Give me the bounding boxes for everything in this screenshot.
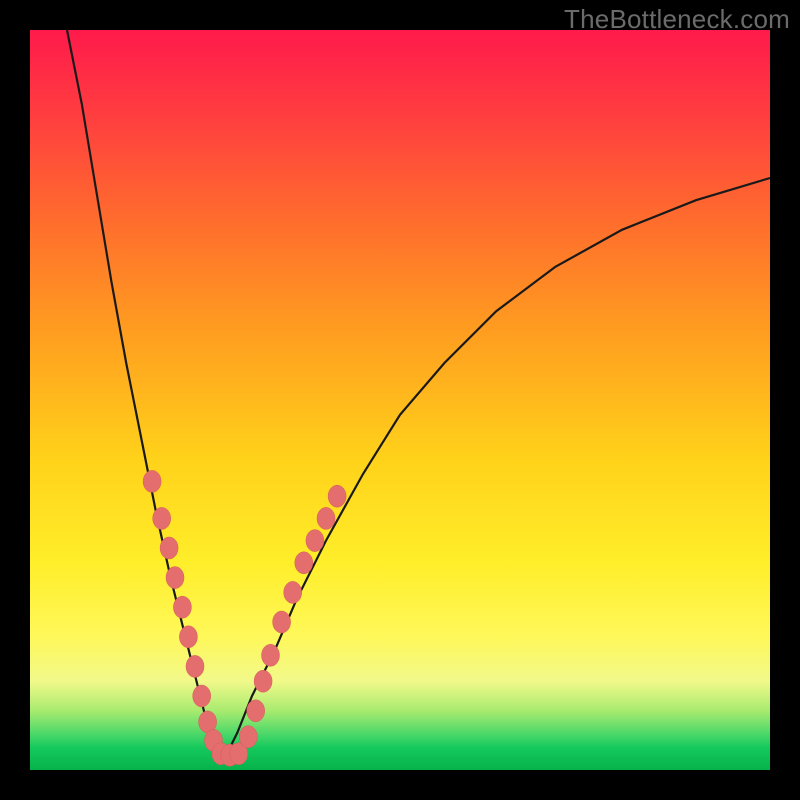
marker-point bbox=[160, 537, 178, 559]
marker-point bbox=[262, 644, 280, 666]
plot-area bbox=[30, 30, 770, 770]
left-curve bbox=[67, 30, 222, 763]
marker-point bbox=[173, 596, 191, 618]
marker-point bbox=[317, 507, 335, 529]
marker-point bbox=[179, 626, 197, 648]
right-arm-path bbox=[222, 178, 770, 763]
right-curve bbox=[222, 178, 770, 763]
marker-point bbox=[186, 655, 204, 677]
marker-point bbox=[239, 726, 257, 748]
marker-point bbox=[295, 552, 313, 574]
marker-point bbox=[247, 700, 265, 722]
marker-point bbox=[273, 611, 291, 633]
marker-point bbox=[153, 507, 171, 529]
marker-point bbox=[143, 470, 161, 492]
marker-group bbox=[143, 470, 346, 766]
marker-point bbox=[306, 530, 324, 552]
marker-point bbox=[254, 670, 272, 692]
curve-layer bbox=[30, 30, 770, 770]
watermark-text: TheBottleneck.com bbox=[564, 4, 790, 35]
marker-point bbox=[166, 567, 184, 589]
chart-frame: TheBottleneck.com bbox=[0, 0, 800, 800]
marker-point bbox=[328, 485, 346, 507]
left-arm-path bbox=[67, 30, 222, 763]
marker-point bbox=[284, 581, 302, 603]
marker-point bbox=[193, 685, 211, 707]
